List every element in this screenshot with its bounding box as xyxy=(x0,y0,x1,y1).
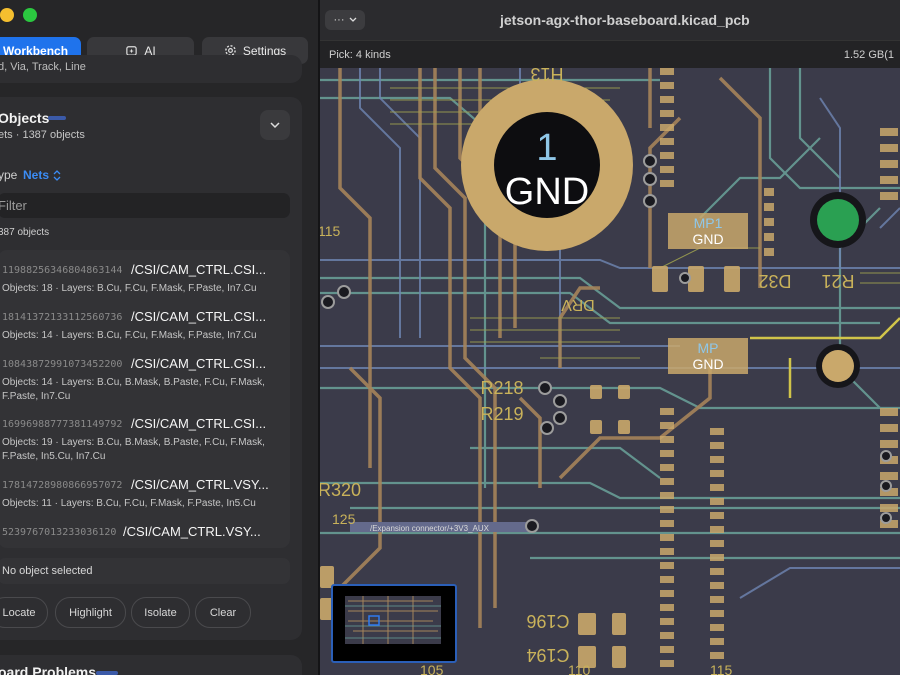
pcb-canvas[interactable]: H13 1 GND MP1 GND MP GND D32 R21 DRV R21… xyxy=(320,68,900,675)
via-green[interactable] xyxy=(817,199,859,241)
pad-net-gnd: GND xyxy=(505,171,589,213)
pad-net-gnd-mp1: GND xyxy=(692,231,723,247)
ref-105: 105 xyxy=(420,662,444,675)
pick-status: Pick: 4 kinds xyxy=(329,49,391,61)
ref-115-left: 115 xyxy=(320,223,341,239)
collapse-objects-button[interactable] xyxy=(260,110,290,140)
objects-title: Objects xyxy=(0,110,50,126)
isolate-button[interactable]: Isolate xyxy=(131,597,190,628)
object-name: /CSI/CAM_CTRL.CSI... xyxy=(131,262,267,277)
object-name: /CSI/CAM_CTRL.CSI... xyxy=(131,416,267,431)
selection-status: No object selected xyxy=(0,558,290,584)
chevron-down-icon xyxy=(270,122,280,129)
object-name: /CSI/CAM_CTRL.VSY... xyxy=(123,524,261,539)
net-label-3v3-aux: /Expansion connector/+3V3_AUX xyxy=(370,524,490,533)
minimap-preview xyxy=(345,596,441,644)
minimize-window-button[interactable] xyxy=(0,8,14,22)
object-meta: Objects: 14 · Layers: B.Cu, B.Mask, B.Pa… xyxy=(2,377,265,402)
editor-statusbar: Pick: 4 kinds 1.52 GB(1 xyxy=(320,40,900,68)
objects-subtitle: ets · 1387 objects xyxy=(0,129,85,141)
pad-round[interactable] xyxy=(822,350,854,382)
filter-input[interactable] xyxy=(0,193,290,218)
memory-usage: 1.52 GB(1 xyxy=(843,49,894,61)
objects-panel: Objects ets · 1387 objects ype Nets 387 … xyxy=(0,97,302,640)
chevron-down-icon xyxy=(349,17,356,22)
ref-r320: R320 xyxy=(320,480,361,500)
type-select-value: Nets xyxy=(23,168,50,182)
board-problems-badge xyxy=(96,671,118,675)
ref-125: 125 xyxy=(332,511,356,527)
object-list[interactable]: 11988256346804863144 /CSI/CAM_CTRL.CSI..… xyxy=(0,250,290,548)
more-menu-button[interactable]: ··· xyxy=(325,10,365,30)
board-problems-title: oard Problems xyxy=(0,664,97,675)
ref-c196: C196 xyxy=(526,611,569,631)
object-id: 5239767013233036120 xyxy=(2,527,117,538)
ellipsis-icon: ··· xyxy=(333,14,345,26)
ref-c194: C194 xyxy=(526,645,569,665)
app-window: Workbench AI Settings d, Via, Track, Lin… xyxy=(0,0,900,675)
clear-button[interactable]: Clear xyxy=(195,597,251,628)
editor-titlebar: ··· jetson-agx-thor-baseboard.kicad_pcb xyxy=(320,0,900,40)
sidebar: Workbench AI Settings d, Via, Track, Lin… xyxy=(0,0,318,675)
object-id: 18141372133112560736 xyxy=(2,312,123,323)
object-id: 17814728980866957072 xyxy=(2,480,123,491)
board-problems-panel[interactable]: oard Problems xyxy=(0,655,302,675)
pad-ref-mp1: MP1 xyxy=(694,215,723,231)
object-name: /CSI/CAM_CTRL.CSI... xyxy=(131,356,267,371)
type-label: ype xyxy=(0,168,18,182)
ref-d32: D32 xyxy=(758,271,791,291)
object-id: 11988256346804863144 xyxy=(2,265,123,276)
objects-badge xyxy=(48,116,66,120)
object-meta: Objects: 18 · Layers: B.Cu, F.Cu, F.Mask… xyxy=(2,283,257,294)
object-meta: Objects: 19 · Layers: B.Cu, B.Mask, B.Pa… xyxy=(2,437,265,462)
object-meta: Objects: 14 · Layers: B.Cu, F.Cu, F.Mask… xyxy=(2,330,257,341)
selection-filter-summary: d, Via, Track, Line xyxy=(0,61,86,73)
selection-filter-card: d, Via, Track, Line xyxy=(0,55,302,83)
ref-h13: H13 xyxy=(530,68,563,84)
board-minimap[interactable] xyxy=(331,584,457,663)
ref-r218: R218 xyxy=(480,378,523,398)
object-id: 16996988777381149792 xyxy=(2,419,123,430)
pad-number: 1 xyxy=(536,127,557,169)
chevron-updown-icon xyxy=(53,169,61,181)
object-meta: Objects: 11 · Layers: B.Cu, F.Cu, F.Mask… xyxy=(2,498,256,509)
locate-button[interactable]: Locate xyxy=(0,597,48,628)
object-id: 10843872991073452200 xyxy=(2,359,123,370)
ref-drv: DRV xyxy=(561,296,595,313)
zoom-window-button[interactable] xyxy=(23,8,37,22)
ref-110: 110 xyxy=(568,662,591,675)
type-select[interactable]: Nets xyxy=(23,168,61,182)
pad-ref-mp: MP xyxy=(698,340,719,356)
pad-net-gnd-mp: GND xyxy=(692,356,723,372)
ref-r21: R21 xyxy=(821,271,854,291)
document-title: jetson-agx-thor-baseboard.kicad_pcb xyxy=(500,12,750,28)
highlight-button[interactable]: Highlight xyxy=(55,597,126,628)
ref-r219: R219 xyxy=(480,404,523,424)
object-count: 387 objects xyxy=(0,227,50,238)
ref-115-bottom: 115 xyxy=(710,662,733,675)
object-name: /CSI/CAM_CTRL.VSY... xyxy=(131,477,269,492)
object-name: /CSI/CAM_CTRL.CSI... xyxy=(131,309,267,324)
